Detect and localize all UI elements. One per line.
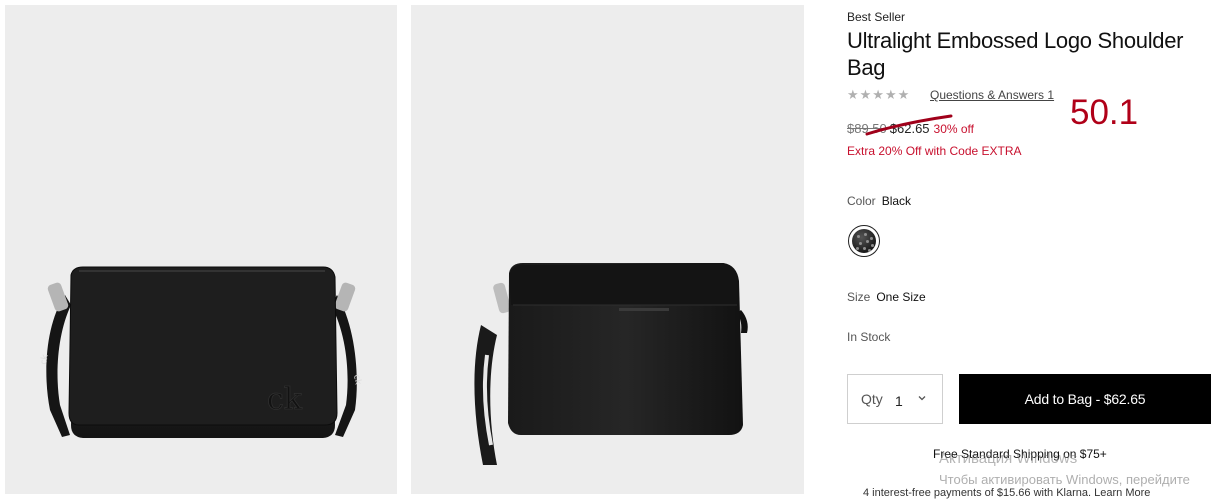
red-strike-annotation: [865, 114, 953, 136]
color-selector-label: Color Black: [847, 194, 911, 208]
product-image-front[interactable]: ck ck ck: [5, 5, 397, 494]
stock-status: In Stock: [847, 330, 891, 344]
promo-code-text: Extra 20% Off with Code EXTRA: [847, 144, 1022, 158]
windows-activation-subtitle: Чтобы активировать Windows, перейдите: [939, 472, 1190, 487]
chevron-down-icon: [918, 396, 926, 401]
qty-value: 1: [895, 393, 903, 409]
product-title: Ultralight Embossed Logo Shoulder Bag: [847, 28, 1184, 80]
size-selector-label: Size One Size: [847, 290, 926, 304]
qty-label: Qty: [861, 391, 883, 407]
rating-stars[interactable]: ★★★★★: [847, 87, 910, 103]
handwritten-price-annotation: 50.1: [1070, 93, 1139, 132]
color-value: Black: [881, 194, 912, 208]
svg-text:ck: ck: [351, 374, 363, 387]
swatch-texture: [852, 229, 876, 253]
best-seller-badge: Best Seller: [847, 10, 906, 24]
quantity-select[interactable]: Qty 1: [847, 374, 943, 424]
size-value: One Size: [876, 290, 926, 304]
klarna-payments-text[interactable]: 4 interest-free payments of $15.66 with …: [863, 487, 1150, 499]
svg-text:ck: ck: [267, 382, 303, 417]
size-label: Size: [847, 290, 871, 304]
bag-back-illustration: [474, 263, 748, 465]
windows-activation-title: Активация Windows: [939, 450, 1078, 467]
questions-answers-link[interactable]: Questions & Answers 1: [930, 88, 1054, 102]
color-label: Color: [847, 194, 876, 208]
color-swatch-black[interactable]: [848, 225, 880, 257]
add-to-bag-button[interactable]: Add to Bag - $62.65: [959, 374, 1211, 424]
product-image-back[interactable]: [411, 5, 804, 494]
product-info-panel: Best Seller Ultralight Embossed Logo Sho…: [847, 0, 1227, 499]
bag-front-illustration: ck ck ck: [39, 266, 363, 438]
